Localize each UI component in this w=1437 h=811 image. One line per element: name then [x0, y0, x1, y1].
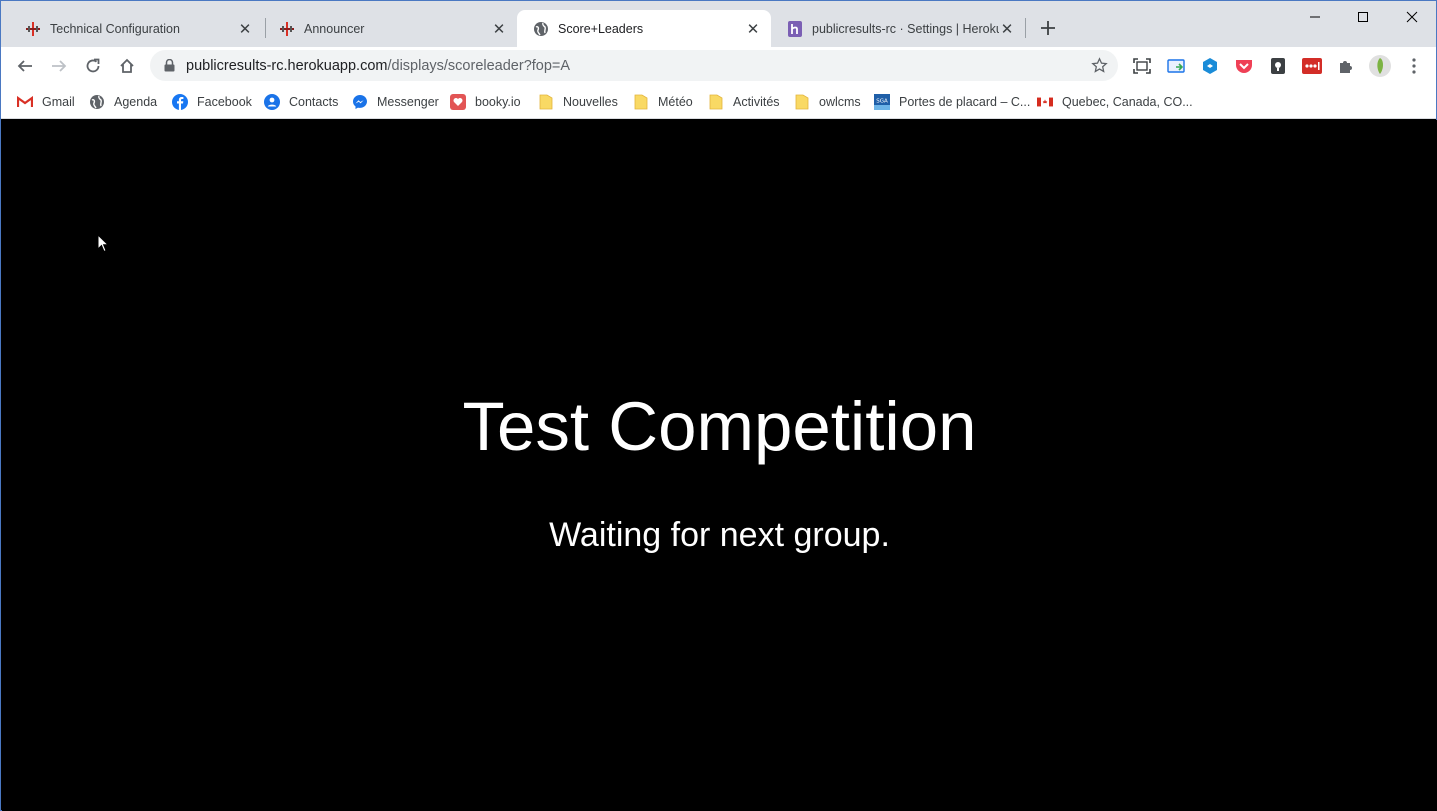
- svg-text:SGA: SGA: [876, 99, 888, 105]
- folder-icon: [794, 94, 810, 110]
- tab-score-leaders[interactable]: Score+Leaders ✕: [517, 10, 771, 47]
- status-message: Waiting for next group.: [549, 516, 890, 554]
- bookmark-messenger[interactable]: Messenger: [352, 91, 439, 113]
- bookmark-label: Activités: [733, 95, 780, 109]
- tab-title: Announcer: [304, 21, 365, 36]
- bookmark-contacts[interactable]: Contacts: [264, 91, 338, 113]
- bookmark-label: Facebook: [197, 95, 252, 109]
- bookmark-star-icon[interactable]: [1091, 57, 1108, 74]
- new-tab-button[interactable]: [1037, 17, 1059, 39]
- minimize-button[interactable]: [1292, 5, 1338, 29]
- avatar[interactable]: [1369, 55, 1391, 77]
- maximize-icon: [1358, 12, 1368, 22]
- bookmark-label: Nouvelles: [563, 95, 618, 109]
- cube-extension-icon[interactable]: [1200, 56, 1220, 76]
- bookmark-booky[interactable]: booky.io: [450, 91, 521, 113]
- globe-icon: [89, 94, 105, 110]
- lastpass-icon[interactable]: [1302, 56, 1322, 76]
- arrow-right-icon: [52, 60, 67, 72]
- close-icon[interactable]: ✕: [491, 21, 507, 38]
- tab-strip: Technical Configuration ✕ Announcer ✕ Sc…: [1, 1, 1436, 47]
- mouse-cursor-icon: [97, 234, 109, 253]
- bookmarks-bar: Gmail Agenda Facebook Contacts Messenger…: [1, 85, 1436, 119]
- bookmark-agenda[interactable]: Agenda: [89, 91, 157, 113]
- folder-icon: [538, 94, 554, 110]
- home-button[interactable]: [114, 53, 140, 79]
- maximize-button[interactable]: [1340, 5, 1386, 29]
- contacts-icon: [264, 94, 280, 110]
- bookmark-label: Portes de placard – C...: [899, 95, 1031, 109]
- home-icon: [120, 58, 134, 73]
- bookmark-label: booky.io: [475, 95, 521, 109]
- bookmark-facebook[interactable]: Facebook: [172, 91, 252, 113]
- tab-title: Score+Leaders: [558, 21, 644, 36]
- bookmark-label: owlcms: [819, 95, 861, 109]
- tab-title: publicresults-rc · Settings | Heroku: [812, 21, 999, 36]
- minimize-icon: [1310, 16, 1320, 18]
- bookmark-folder-owlcms[interactable]: owlcms: [794, 91, 861, 113]
- plus-icon: [1041, 21, 1055, 35]
- keep-icon[interactable]: [1268, 56, 1288, 76]
- reload-button[interactable]: [80, 53, 106, 79]
- url-text: publicresults-rc.herokuapp.com/displays/…: [186, 58, 570, 74]
- gmail-icon: [17, 94, 33, 110]
- owlcms-icon: [279, 21, 295, 37]
- browser-window: Technical Configuration ✕ Announcer ✕ Sc…: [0, 0, 1437, 811]
- tab-title: Technical Configuration: [50, 21, 180, 36]
- close-icon[interactable]: ✕: [745, 21, 761, 38]
- bookmark-label: Gmail: [42, 95, 75, 109]
- canada-flag-icon: [1037, 94, 1053, 110]
- competition-title: Test Competition: [462, 388, 977, 465]
- bookmark-portes-de-placard[interactable]: SGA Portes de placard – C...: [874, 91, 1030, 113]
- owlcms-icon: [25, 21, 41, 37]
- bookmark-gmail[interactable]: Gmail: [17, 91, 75, 113]
- page-content: Test Competition Waiting for next group.: [2, 120, 1437, 811]
- bookmark-folder-meteo[interactable]: Météo: [633, 91, 693, 113]
- url-path: /displays/scoreleader?fop=A: [387, 57, 571, 74]
- menu-dots-icon[interactable]: [1404, 56, 1424, 76]
- facebook-icon: [172, 94, 188, 110]
- bookmark-quebec-canada[interactable]: Quebec, Canada, CO...: [1037, 91, 1193, 113]
- booky-icon: [450, 94, 466, 110]
- back-button[interactable]: [12, 53, 38, 79]
- tab-separator: [1025, 18, 1026, 38]
- lock-icon: [162, 59, 176, 73]
- screenshot-icon[interactable]: [1132, 56, 1152, 76]
- globe-icon: [533, 21, 549, 37]
- bookmark-label: Agenda: [114, 95, 158, 109]
- browser-toolbar: publicresults-rc.herokuapp.com/displays/…: [1, 47, 1436, 85]
- bookmark-label: Contacts: [289, 95, 339, 109]
- address-bar[interactable]: publicresults-rc.herokuapp.com/displays/…: [150, 50, 1118, 81]
- bookmark-label: Météo: [658, 95, 693, 109]
- bookmark-folder-activites[interactable]: Activités: [708, 91, 780, 113]
- forward-button[interactable]: [46, 53, 72, 79]
- bookmark-label: Quebec, Canada, CO...: [1062, 95, 1193, 109]
- folder-icon: [708, 94, 724, 110]
- cast-icon[interactable]: [1166, 56, 1186, 76]
- close-window-button[interactable]: [1389, 5, 1435, 29]
- close-icon: [1406, 11, 1418, 23]
- arrow-left-icon: [17, 60, 32, 72]
- bookmark-label: Messenger: [377, 95, 439, 109]
- puzzle-icon[interactable]: [1336, 56, 1356, 76]
- folder-icon: [633, 94, 649, 110]
- bookmark-folder-nouvelles[interactable]: Nouvelles: [538, 91, 618, 113]
- close-icon[interactable]: ✕: [999, 21, 1015, 38]
- tab-announcer[interactable]: Announcer ✕: [263, 10, 517, 47]
- url-host: publicresults-rc.herokuapp.com: [186, 57, 388, 74]
- tab-heroku-settings[interactable]: publicresults-rc · Settings | Heroku ✕: [771, 10, 1025, 47]
- close-icon[interactable]: ✕: [237, 21, 253, 38]
- messenger-icon: [352, 94, 368, 110]
- tab-technical-configuration[interactable]: Technical Configuration ✕: [9, 10, 263, 47]
- heroku-icon: [787, 20, 803, 37]
- reload-icon: [86, 58, 100, 73]
- pocket-icon[interactable]: [1234, 56, 1254, 76]
- sga-icon: SGA: [874, 94, 890, 110]
